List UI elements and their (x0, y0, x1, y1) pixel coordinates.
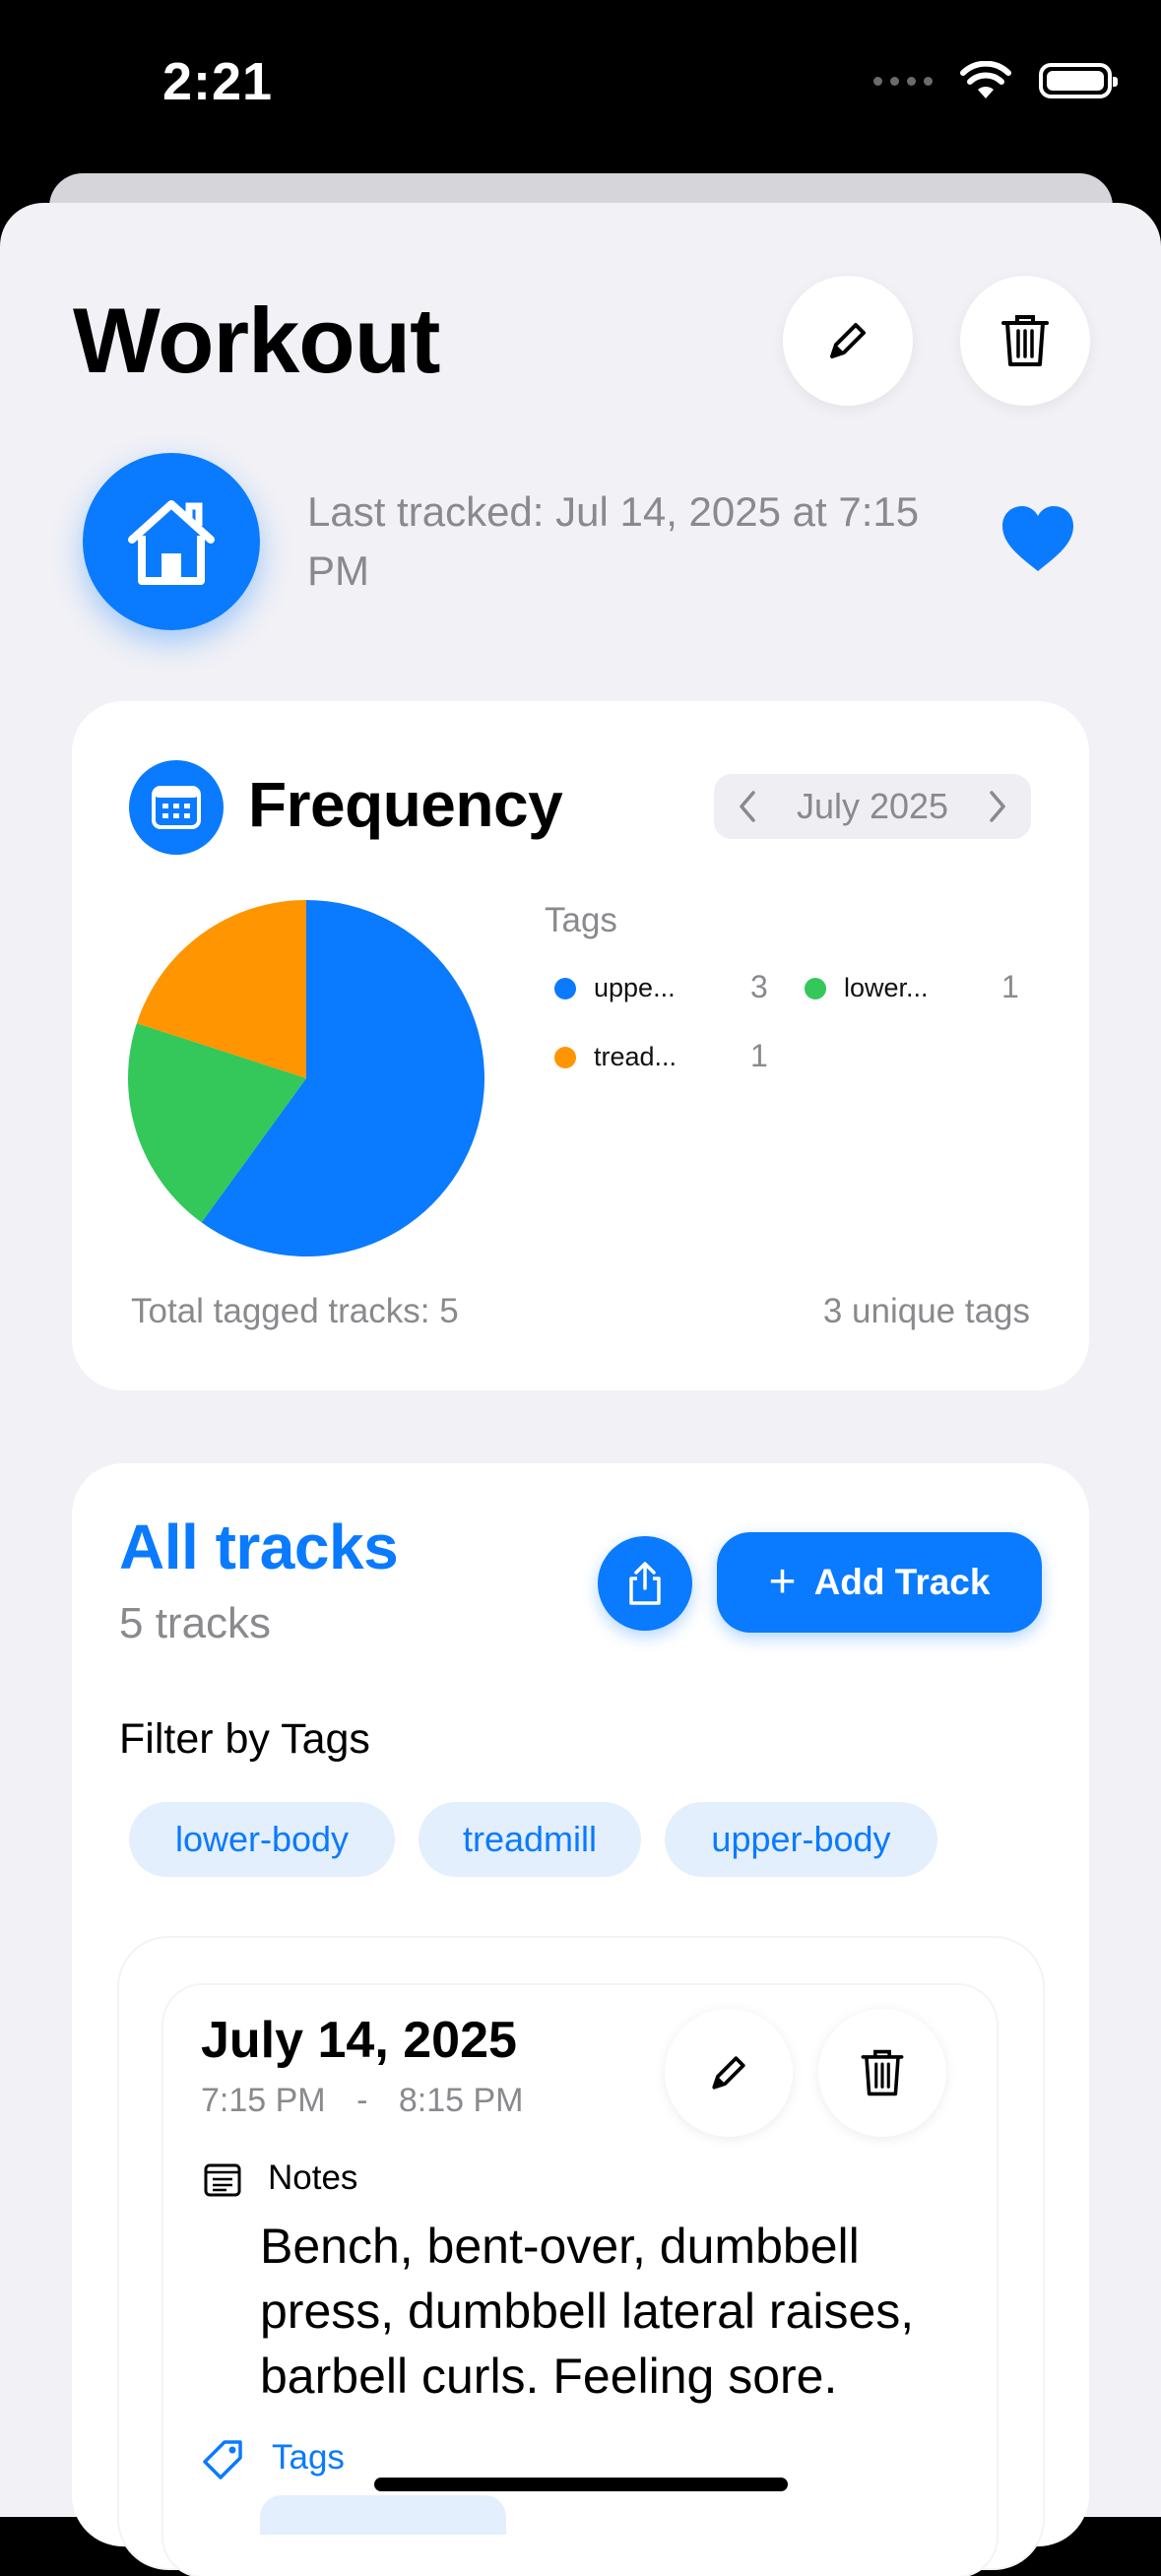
frequency-pie-chart (128, 900, 484, 1256)
unique-tags-label: 3 unique tags (822, 1292, 1030, 1330)
pencil-icon (830, 323, 866, 358)
house-icon (128, 500, 215, 585)
share-icon (629, 1562, 661, 1605)
status-time: 2:21 (162, 52, 274, 111)
wifi-icon (960, 61, 1011, 98)
legend-label: uppe... (594, 973, 676, 1002)
notes-label: Notes (268, 2158, 358, 2197)
legend-label: lower... (844, 973, 929, 1002)
filter-chip-treadmill[interactable]: treadmill (419, 1802, 641, 1877)
total-tagged-label: Total tagged tracks: 5 (131, 1292, 459, 1330)
entry-edit-button[interactable] (665, 2009, 793, 2137)
filter-by-tags-label: Filter by Tags (119, 1715, 370, 1763)
tag-icon (203, 2440, 242, 2479)
entry-date: July 14, 2025 (201, 2012, 517, 2069)
chevron-right-icon[interactable] (986, 789, 1009, 824)
legend-count: 1 (750, 1038, 768, 1073)
tags-label: Tags (272, 2438, 345, 2477)
frequency-title: Frequency (248, 769, 563, 840)
filter-chip-upper-body[interactable]: upper-body (665, 1802, 937, 1877)
legend-item: uppe... (554, 973, 676, 1003)
legend-swatch (805, 977, 826, 999)
entry-end-time: 8:15 PM (398, 2082, 524, 2119)
legend-label: tread... (594, 1042, 677, 1071)
tracks-count: 5 tracks (119, 1599, 272, 1647)
legend-count: 3 (750, 969, 768, 1004)
chevron-left-icon[interactable] (736, 789, 759, 824)
add-track-label: Add Track (813, 1562, 991, 1602)
legend-item: lower... (805, 973, 929, 1003)
notes-icon (204, 2163, 241, 2197)
all-tracks-title: All tracks (119, 1512, 399, 1582)
month-label: July 2025 (796, 786, 949, 826)
cellular-signal-icon (873, 76, 933, 86)
heart-icon (1002, 506, 1073, 571)
delete-button[interactable] (960, 276, 1090, 406)
last-tracked-text: Last tracked: Jul 14, 2025 at 7:15 PM (307, 488, 920, 594)
time-separator: - (356, 2082, 368, 2119)
calendar-icon (152, 786, 201, 829)
legend-count: 1 (1001, 969, 1019, 1004)
status-icons (873, 61, 1118, 100)
entry-start-time: 7:15 PM (201, 2082, 326, 2119)
trash-icon (1001, 315, 1049, 366)
favorite-button[interactable] (999, 502, 1077, 578)
entry-tag-chip[interactable] (260, 2495, 506, 2535)
entry-time-range: 7:15 PM - 8:15 PM (201, 2082, 523, 2120)
month-navigator: July 2025 (714, 774, 1031, 839)
pencil-icon (712, 2056, 745, 2090)
home-indicator (374, 2478, 788, 2491)
calendar-badge (129, 760, 224, 855)
export-button[interactable] (598, 1536, 692, 1631)
edit-button[interactable] (783, 276, 913, 406)
trash-icon (861, 2049, 904, 2096)
notes-text: Bench, bent-over, dumbbell press, dumbbe… (260, 2219, 915, 2404)
plus-icon: + (768, 1556, 797, 1608)
add-track-button[interactable]: + Add Track (717, 1532, 1042, 1633)
category-home-button[interactable] (83, 453, 260, 630)
legend-swatch (554, 977, 576, 999)
legend-title: Tags (545, 901, 617, 939)
legend-item: tread... (554, 1042, 677, 1072)
legend-swatch (554, 1046, 576, 1068)
entry-delete-button[interactable] (818, 2009, 946, 2137)
page-title: Workout (73, 289, 440, 392)
filter-chip-lower-body[interactable]: lower-body (129, 1802, 395, 1877)
battery-icon (1039, 63, 1118, 98)
